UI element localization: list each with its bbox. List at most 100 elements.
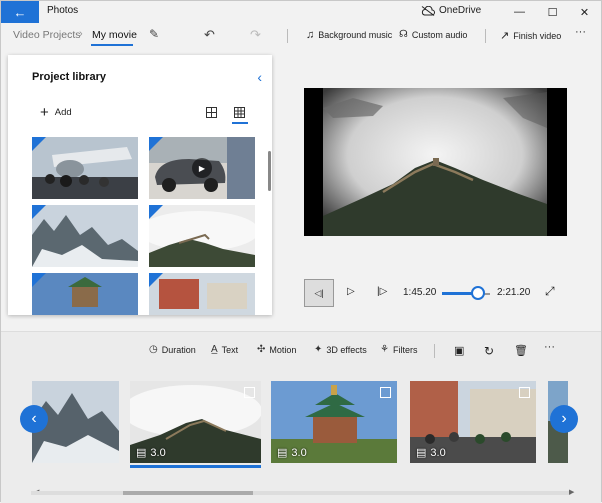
chevron-right-icon: › [561,410,567,427]
minimize-button[interactable]: — [503,1,536,23]
duration-value: 3.0 [291,446,307,459]
more-options-button[interactable]: ··· [575,26,586,38]
share-icon: ↗ [500,30,510,42]
duration-value: 3.0 [150,446,166,459]
custom-audio-icon: ☊ [399,29,408,40]
storyboard-scrollbar[interactable] [31,491,571,495]
select-checkbox[interactable] [380,387,391,398]
motion-button[interactable]: ✣ Motion [257,344,296,355]
rewind-button[interactable]: ◁| [304,279,334,307]
image-icon: ▤ [277,447,288,459]
music-icon: ♫ [306,29,315,41]
breadcrumb-my-movie[interactable]: My movie [92,29,137,41]
plus-icon: + [40,103,49,121]
library-thumbnail-video[interactable]: ▶ [149,137,255,199]
filters-icon: ⚘ [380,344,389,355]
storyboard-card[interactable]: ▤ 3.0 [271,381,397,463]
photos-window: ← Photos OneDrive — ☐ ✕ Video Projects ›… [0,0,602,503]
fullscreen-icon[interactable]: ⤢ [545,284,555,299]
scroll-right-button[interactable]: › [550,405,578,433]
finish-video-button[interactable]: ↗ Finish video [500,29,561,42]
large-grid-icon[interactable] [206,107,217,118]
3d-effects-button[interactable]: ✦ 3D effects [314,344,367,355]
toolbar-divider [287,29,288,43]
thumbnail-image [32,137,138,199]
scroll-left-button[interactable]: ‹ [20,405,48,433]
back-button[interactable]: ← [1,1,39,23]
add-label: Add [54,107,72,118]
background-music-button[interactable]: ♫ Background music [306,29,392,41]
play-icon: ▶ [192,158,212,178]
undo-icon[interactable]: ↶ [204,27,215,43]
library-thumbnail[interactable] [149,205,255,267]
library-thumbnail[interactable] [149,273,255,315]
delete-icon[interactable]: 🗑 [514,344,528,357]
redo-icon: ↷ [250,27,261,42]
chevron-left-icon: ‹ [31,410,37,427]
maximize-button[interactable]: ☐ [536,1,569,23]
selection-corner [32,205,46,219]
play-button[interactable]: ▷ [347,286,355,297]
custom-audio-button[interactable]: ☊ Custom audio [399,29,467,40]
duration-value: 3.0 [430,446,446,459]
storyboard-card[interactable]: ▤ 3.0 [410,381,536,463]
skip-forward-button[interactable]: |▷ [377,286,387,297]
library-thumbnail[interactable] [32,205,138,267]
filters-label: Filters [392,344,418,355]
finish-video-label: Finish video [513,30,562,41]
thumbnail-image [149,273,255,315]
storyboard: ◷ Duration A̲ Text ✣ Motion ✦ 3D effects… [1,331,601,503]
library-thumbnail[interactable] [32,273,138,315]
storyboard-card-selected[interactable]: ▤ 3.0 [130,381,261,463]
filters-button[interactable]: ⚘ Filters [380,344,417,355]
crop-icon[interactable]: ▣ [454,344,464,357]
project-library-panel: Project library ‹ + Add ▶ [8,55,272,315]
library-thumbnail[interactable] [32,137,138,199]
small-grid-icon[interactable] [234,107,245,118]
selection-corner [32,273,46,287]
thumbnail-image [32,205,138,267]
storyboard-scroll-thumb[interactable] [123,491,253,495]
custom-audio-label: Custom audio [411,29,468,40]
current-time: 1:45.20 [403,287,437,298]
3d-effects-icon: ✦ [314,344,323,355]
total-time: 2:21.20 [497,287,531,298]
select-checkbox[interactable] [519,387,530,398]
background-music-label: Background music [318,30,393,40]
text-icon: A̲ [211,344,218,355]
image-icon: ▤ [416,447,427,459]
duration-button[interactable]: ◷ Duration [149,344,196,355]
add-button[interactable]: + Add [40,103,72,121]
motion-label: Motion [269,344,297,355]
collapse-chevron-icon[interactable]: ‹ [257,69,262,85]
selection-corner [149,205,163,219]
onedrive-label: OneDrive [439,5,482,16]
toolbar: Video Projects › My movie ✎ ↶ ↷ ♫ Backgr… [1,23,601,49]
edit-pencil-icon[interactable]: ✎ [149,27,159,41]
duration-label: Duration [161,344,196,355]
image-icon: ▤ [136,447,147,459]
selection-corner [149,137,163,151]
close-button[interactable]: ✕ [568,1,601,23]
seek-thumb[interactable] [471,286,485,300]
toolbar-divider [485,29,486,43]
clock-icon: ◷ [149,344,158,355]
library-scrollbar[interactable] [268,151,271,191]
thumbnail-image [32,273,138,315]
cloud-off-icon [421,5,435,16]
view-mode-underline [232,122,248,124]
breadcrumb-video-projects[interactable]: Video Projects [13,29,81,41]
selection-corner [32,137,46,151]
onedrive-status[interactable]: OneDrive [421,5,481,16]
storyboard-more-button[interactable]: ··· [544,341,555,353]
video-preview[interactable] [304,88,567,236]
duration-badge: ▤ 3.0 [277,446,307,460]
select-checkbox[interactable] [244,387,255,398]
title-bar: ← Photos OneDrive — ☐ ✕ [1,1,601,23]
thumbnail-image [149,205,255,267]
rotate-icon[interactable]: ↻ [484,344,494,358]
selected-card-indicator [130,465,261,468]
3d-effects-label: 3D effects [326,344,367,355]
scroll-right-arrow-icon[interactable]: ▶ [569,488,574,496]
text-button[interactable]: A̲ Text [211,344,238,355]
